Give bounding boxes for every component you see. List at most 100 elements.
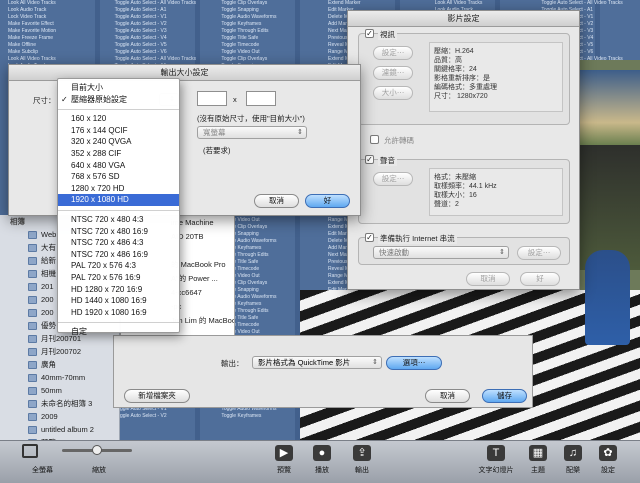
menu-item[interactable]: 160 x 120 bbox=[58, 113, 179, 125]
export-save-button[interactable]: 儲存 bbox=[482, 389, 527, 403]
menu-item[interactable]: 320 x 240 QVGA bbox=[58, 136, 179, 148]
album-label: 未命名的相簿 3 bbox=[41, 399, 93, 408]
movie-settings-title: 影片設定 bbox=[348, 11, 579, 27]
menu-item-label: PAL 720 x 576 4:3 bbox=[71, 261, 136, 271]
streaming-checkbox[interactable]: ✓ bbox=[365, 233, 374, 242]
text-slide-button[interactable]: T 文字幻燈片 bbox=[474, 445, 518, 475]
menu-item[interactable]: 自定 bbox=[58, 326, 179, 338]
allow-transcoding-checkbox[interactable] bbox=[370, 135, 379, 144]
video-info-line: 編碼格式：多重處理 bbox=[434, 84, 497, 91]
shortcut-text: Make Favorite Motion bbox=[8, 28, 57, 34]
menu-item-label: NTSC 720 x 480 16:9 bbox=[71, 226, 148, 236]
sound-label: 聲音 bbox=[378, 155, 397, 166]
sound-info-line: 格式：未壓縮 bbox=[434, 174, 476, 181]
export-cancel-button[interactable]: 取消 bbox=[425, 389, 470, 403]
allow-transcoding-label: 允許轉碼 bbox=[384, 136, 414, 145]
share-button[interactable]: ⇪ 輸出 bbox=[340, 445, 384, 475]
toolbar-label: 文字幻燈片 bbox=[478, 467, 514, 474]
menu-item[interactable]: 目前大小 bbox=[58, 82, 179, 94]
menu-item[interactable]: PAL 720 x 576 16:9 bbox=[58, 272, 179, 284]
sound-checkbox[interactable]: ✓ bbox=[365, 155, 374, 164]
height-field[interactable] bbox=[246, 91, 276, 106]
menu-item[interactable]: PAL 720 x 576 4:3 bbox=[58, 260, 179, 272]
menu-item[interactable]: NTSC 720 x 486 4:3 bbox=[58, 237, 179, 249]
album-icon bbox=[28, 308, 37, 317]
shortcut-text: Make Favorite Effect bbox=[8, 21, 54, 27]
menu-item[interactable]: 640 x 480 VGA bbox=[58, 160, 179, 172]
export-label: 輸出： bbox=[221, 359, 244, 368]
shortcut-text: Toggle Through Edits bbox=[221, 28, 269, 34]
toolbar-label: 輸出 bbox=[355, 467, 369, 474]
size-cancel-button[interactable]: 取消 bbox=[254, 194, 299, 208]
video-checkbox[interactable]: ✓ bbox=[365, 29, 374, 38]
zoom-slider-knob[interactable] bbox=[92, 445, 102, 455]
video-settings-button[interactable]: 設定⋯ bbox=[373, 46, 413, 60]
menu-item[interactable]: ✓ 壓縮器原始設定 bbox=[58, 94, 179, 106]
menu-item-label: HD 1280 x 720 16:9 bbox=[71, 284, 143, 294]
streaming-settings-button[interactable]: 設定⋯ bbox=[517, 246, 561, 260]
play-icon: ● bbox=[313, 445, 331, 461]
shortcut-text: Look All Video Tracks bbox=[8, 0, 56, 6]
album-item[interactable]: 月刊200702 bbox=[0, 345, 119, 358]
shortcut-text: Toggle Auto Select - V1 bbox=[114, 14, 167, 20]
menu-item[interactable]: NTSC 720 x 480 4:3 bbox=[58, 214, 179, 226]
album-icon bbox=[28, 295, 37, 304]
album-label: 50mm bbox=[41, 386, 62, 395]
menu-item[interactable]: 768 x 576 SD bbox=[58, 171, 179, 183]
menu-item[interactable]: 352 x 288 CIF bbox=[58, 148, 179, 160]
shortcut-text: Toggle Snapping bbox=[221, 7, 259, 13]
album-icon bbox=[28, 347, 37, 356]
times-label: x bbox=[233, 95, 237, 104]
fullscreen-icon[interactable] bbox=[22, 444, 38, 458]
album-icon bbox=[28, 399, 37, 408]
size-ok-button[interactable]: 好 bbox=[305, 194, 350, 208]
video-filter-button[interactable]: 濾鏡⋯ bbox=[373, 66, 413, 80]
width-field[interactable] bbox=[197, 91, 227, 106]
video-label: 視訊 bbox=[378, 29, 397, 40]
size-label: 尺寸： bbox=[33, 96, 56, 105]
shortcut-text: Toggle Auto Select - A1 bbox=[114, 7, 167, 13]
options-button[interactable]: 選項⋯ bbox=[386, 356, 442, 370]
gear-button[interactable]: ✿ 設定 bbox=[586, 445, 630, 475]
album-item[interactable]: 未命名的相簿 3 bbox=[0, 397, 119, 410]
album-item[interactable]: 廣角 bbox=[0, 358, 119, 371]
menu-item-label: NTSC 720 x 486 4:3 bbox=[71, 238, 144, 248]
menu-item[interactable]: 176 x 144 QCIF bbox=[58, 125, 179, 137]
menu-separator bbox=[58, 209, 179, 211]
menu-item-label: 1280 x 720 HD bbox=[71, 183, 125, 193]
album-label: untitled album 2 bbox=[41, 425, 94, 434]
streaming-mode-popup[interactable]: 快速啟動 ⇕ bbox=[373, 246, 509, 259]
album-icon bbox=[28, 282, 37, 291]
play-button[interactable]: ● 播放 bbox=[300, 445, 344, 475]
shortcut-text: Toggle Auto Select - V6 bbox=[114, 49, 167, 55]
required-note: (若要求) bbox=[203, 146, 231, 155]
aspect-popup[interactable]: 寬螢幕 ⇕ bbox=[197, 126, 307, 139]
menu-item[interactable]: HD 1920 x 1080 16:9 bbox=[58, 307, 179, 319]
menu-item[interactable]: NTSC 720 x 480 16:9 bbox=[58, 226, 179, 238]
album-label: 相機 bbox=[41, 269, 56, 278]
export-format-popup[interactable]: 影片格式為 QuickTime 影片 ⇕ bbox=[252, 356, 382, 369]
album-item[interactable]: 2009 bbox=[0, 410, 119, 423]
album-item[interactable]: 50mm bbox=[0, 384, 119, 397]
export-sheet: 輸出： 影片格式為 QuickTime 影片 ⇕ 選項⋯ 新增檔案夾 取消 儲存 bbox=[113, 335, 533, 408]
menu-item[interactable]: 1280 x 720 HD bbox=[58, 183, 179, 195]
movie-settings-ok-button[interactable]: 好 bbox=[520, 272, 560, 286]
menu-separator bbox=[58, 322, 179, 324]
menu-item-label: 320 x 240 QVGA bbox=[71, 137, 132, 147]
album-item[interactable]: untitled album 2 bbox=[0, 423, 119, 436]
album-label: 200 bbox=[41, 295, 54, 304]
album-label: 201 bbox=[41, 282, 54, 291]
album-item[interactable]: 40mm-70mm bbox=[0, 371, 119, 384]
album-icon bbox=[28, 373, 37, 382]
menu-item[interactable]: NTSC 720 x 486 16:9 bbox=[58, 249, 179, 261]
new-folder-button[interactable]: 新增檔案夾 bbox=[124, 389, 190, 403]
album-label: 200 bbox=[41, 308, 54, 317]
menu-item[interactable]: HD 1280 x 720 16:9 bbox=[58, 284, 179, 296]
shortcut-text: Toggle Auto Select - All Video Tracks bbox=[114, 0, 197, 6]
sound-settings-button[interactable]: 設定⋯ bbox=[373, 172, 413, 186]
menu-item[interactable]: HD 1440 x 1080 16:9 bbox=[58, 295, 179, 307]
toolbar-label: 播放 bbox=[315, 467, 329, 474]
menu-item[interactable]: 1920 x 1080 HD bbox=[58, 194, 179, 206]
movie-settings-cancel-button[interactable]: 取消 bbox=[466, 272, 510, 286]
video-size-button[interactable]: 大小⋯ bbox=[373, 86, 413, 100]
